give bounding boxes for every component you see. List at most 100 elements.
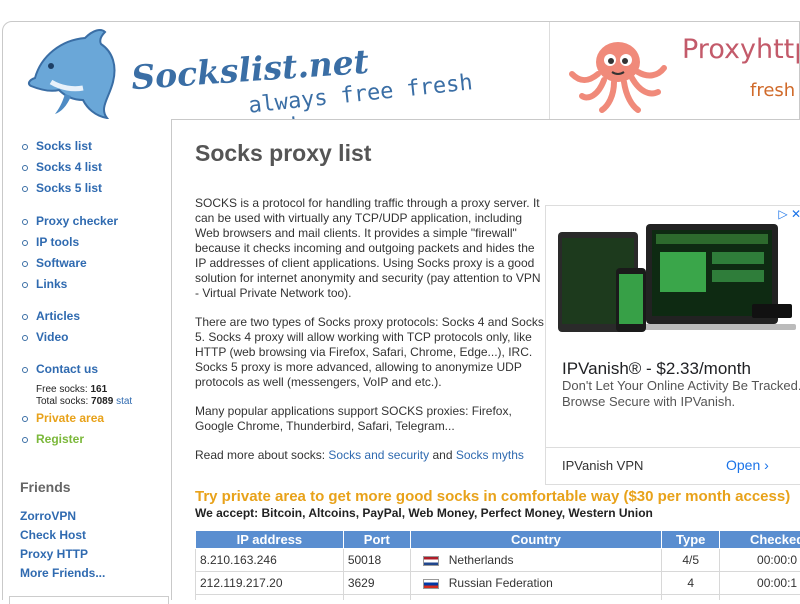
cell-ip[interactable] [196,595,344,601]
nav-link[interactable]: Articles [36,309,80,323]
nav-link[interactable]: Video [36,330,68,344]
col-ip-address[interactable]: IP address [196,531,344,549]
nav-link[interactable]: Socks list [36,139,92,153]
private-area-link[interactable]: Private area [36,411,104,425]
cell-type: 4 [662,572,720,595]
stat-link[interactable]: stat [116,396,132,407]
proxyhttp-title: Proxyhttp. [682,34,800,65]
col-type[interactable]: Type [662,531,720,549]
cell-type [662,595,720,601]
netherlands-flag-icon [423,556,439,566]
cell-type: 4/5 [662,549,720,572]
sockslist-banner[interactable]: Sockslist.net always free fresh socks [3,22,549,120]
ad-brand: IPVanish VPN [562,458,643,473]
friend-link-zorrovpn[interactable]: ZorroVPN [20,509,76,523]
friend-item[interactable]: Proxy HTTP [20,547,105,566]
cell-port: 3629 [343,572,410,595]
ad-divider [546,447,800,448]
cell-checked: 00:00:1 [720,572,800,595]
nav-group-tools: Proxy checker IP tools Software Links [19,214,118,298]
nav-item-socks-list[interactable]: Socks list [19,139,102,160]
free-socks-stat: Free socks: 161 [36,384,132,396]
socks-article: SOCKS is a protocol for handling traffic… [195,196,545,477]
nav-item-video[interactable]: Video [19,330,80,351]
nav-link[interactable]: IP tools [36,235,79,249]
nav-item-ip-tools[interactable]: IP tools [19,235,118,256]
cell-country [410,595,661,601]
cell-ip[interactable]: 212.119.217.20 [196,572,344,595]
ad-choices-close-icon[interactable]: ▷ ✕ [778,207,800,221]
article-paragraph: Many popular applications support SOCKS … [195,404,545,434]
nav-item-links[interactable]: Links [19,277,118,298]
friend-link-proxy-http[interactable]: Proxy HTTP [20,547,88,561]
nav-item-proxy-checker[interactable]: Proxy checker [19,214,118,235]
page-title: Socks proxy list [195,140,371,167]
nav-link[interactable]: Socks 5 list [36,181,102,195]
article-paragraph: SOCKS is a protocol for handling traffic… [195,196,545,301]
nav-item-articles[interactable]: Articles [19,309,80,330]
proxyhttp-slogan: fresh [750,80,795,101]
chevron-right-icon: › [764,457,769,473]
nav-item-socks4-list[interactable]: Socks 4 list [19,160,102,181]
col-country[interactable]: Country [410,531,661,549]
nav-item-software[interactable]: Software [19,256,118,277]
register-link[interactable]: Register [36,432,84,446]
nav-group-media: Articles Video [19,309,80,351]
country-name: Netherlands [449,553,514,567]
proxyhttp-banner[interactable]: Proxyhttp. fresh [549,22,800,120]
cell-checked [720,595,800,601]
nav-link[interactable]: Proxy checker [36,214,118,228]
ad-open-label: Open [726,457,760,473]
col-checked[interactable]: Checked [720,531,800,549]
dolphin-logo-icon [21,26,131,120]
cell-country: Netherlands [410,549,661,572]
friends-list: ZorroVPN Check Host Proxy HTTP More Frie… [20,509,105,585]
nav-group-lists: Socks list Socks 4 list Socks 5 list [19,139,102,202]
socks-myths-link[interactable]: Socks myths [456,448,524,462]
main-content: Socks proxy list SOCKS is a protocol for… [172,119,800,600]
site-header: Sockslist.net always free fresh socks Pr… [2,21,800,120]
col-port[interactable]: Port [343,531,410,549]
friend-item[interactable]: ZorroVPN [20,509,105,528]
nav-link[interactable]: Software [36,256,87,270]
nav-link[interactable]: Socks 4 list [36,160,102,174]
total-socks-stat: Total socks: 7089 stat [36,396,132,408]
total-socks-label: Total socks: [36,396,88,407]
socks-stats: Free socks: 161 Total socks: 7089 stat [19,384,132,408]
nav-item-contact-us[interactable]: Contact us [19,362,98,383]
payment-methods: We accept: Bitcoin, Altcoins, PayPal, We… [195,506,653,520]
octopus-logo-icon [568,34,668,114]
private-area-promo[interactable]: Try private area to get more good socks … [195,488,790,505]
friend-item[interactable]: Check Host [20,528,105,547]
read-more-prefix: Read more about socks: [195,448,325,462]
nav-link[interactable]: Contact us [36,362,98,376]
nav-item-private-area[interactable]: Private area [19,411,104,432]
friend-link-check-host[interactable]: Check Host [20,528,86,542]
table-row [196,595,800,601]
sidebar-input-box[interactable] [9,596,169,604]
ad-devices-image [556,220,796,348]
sidebar: Socks list Socks 4 list Socks 5 list Pro… [2,119,172,600]
read-more-line: Read more about socks: Socks and securit… [195,448,545,463]
friend-item[interactable]: More Friends... [20,566,105,585]
table-row: 8.210.163.246 50018 Netherlands 4/5 00:0… [196,549,800,572]
cell-checked: 00:00:0 [720,549,800,572]
nav-group-account: Private area Register [19,411,104,453]
russia-flag-icon [423,579,439,589]
free-socks-label: Free socks: [36,384,88,395]
country-name: Russian Federation [449,576,553,590]
socks-security-link[interactable]: Socks and security [328,448,429,462]
table-header-row: IP address Port Country Type Checked [196,531,800,549]
ipvanish-ad[interactable]: ▷ ✕ IPVanish® - $2.33/month Don't Let Yo… [545,205,800,485]
total-socks-count: 7089 [91,396,113,407]
friend-link-more[interactable]: More Friends... [20,566,105,580]
article-paragraph: There are two types of Socks proxy proto… [195,315,545,390]
nav-link[interactable]: Links [36,277,67,291]
ad-headline[interactable]: IPVanish® - $2.33/month [562,359,751,379]
table-row: 212.119.217.20 3629 Russian Federation 4… [196,572,800,595]
nav-item-socks5-list[interactable]: Socks 5 list [19,181,102,202]
nav-item-register[interactable]: Register [19,432,104,453]
ad-open-button[interactable]: Open › [726,457,769,473]
cell-ip[interactable]: 8.210.163.246 [196,549,344,572]
free-socks-count: 161 [90,384,107,395]
